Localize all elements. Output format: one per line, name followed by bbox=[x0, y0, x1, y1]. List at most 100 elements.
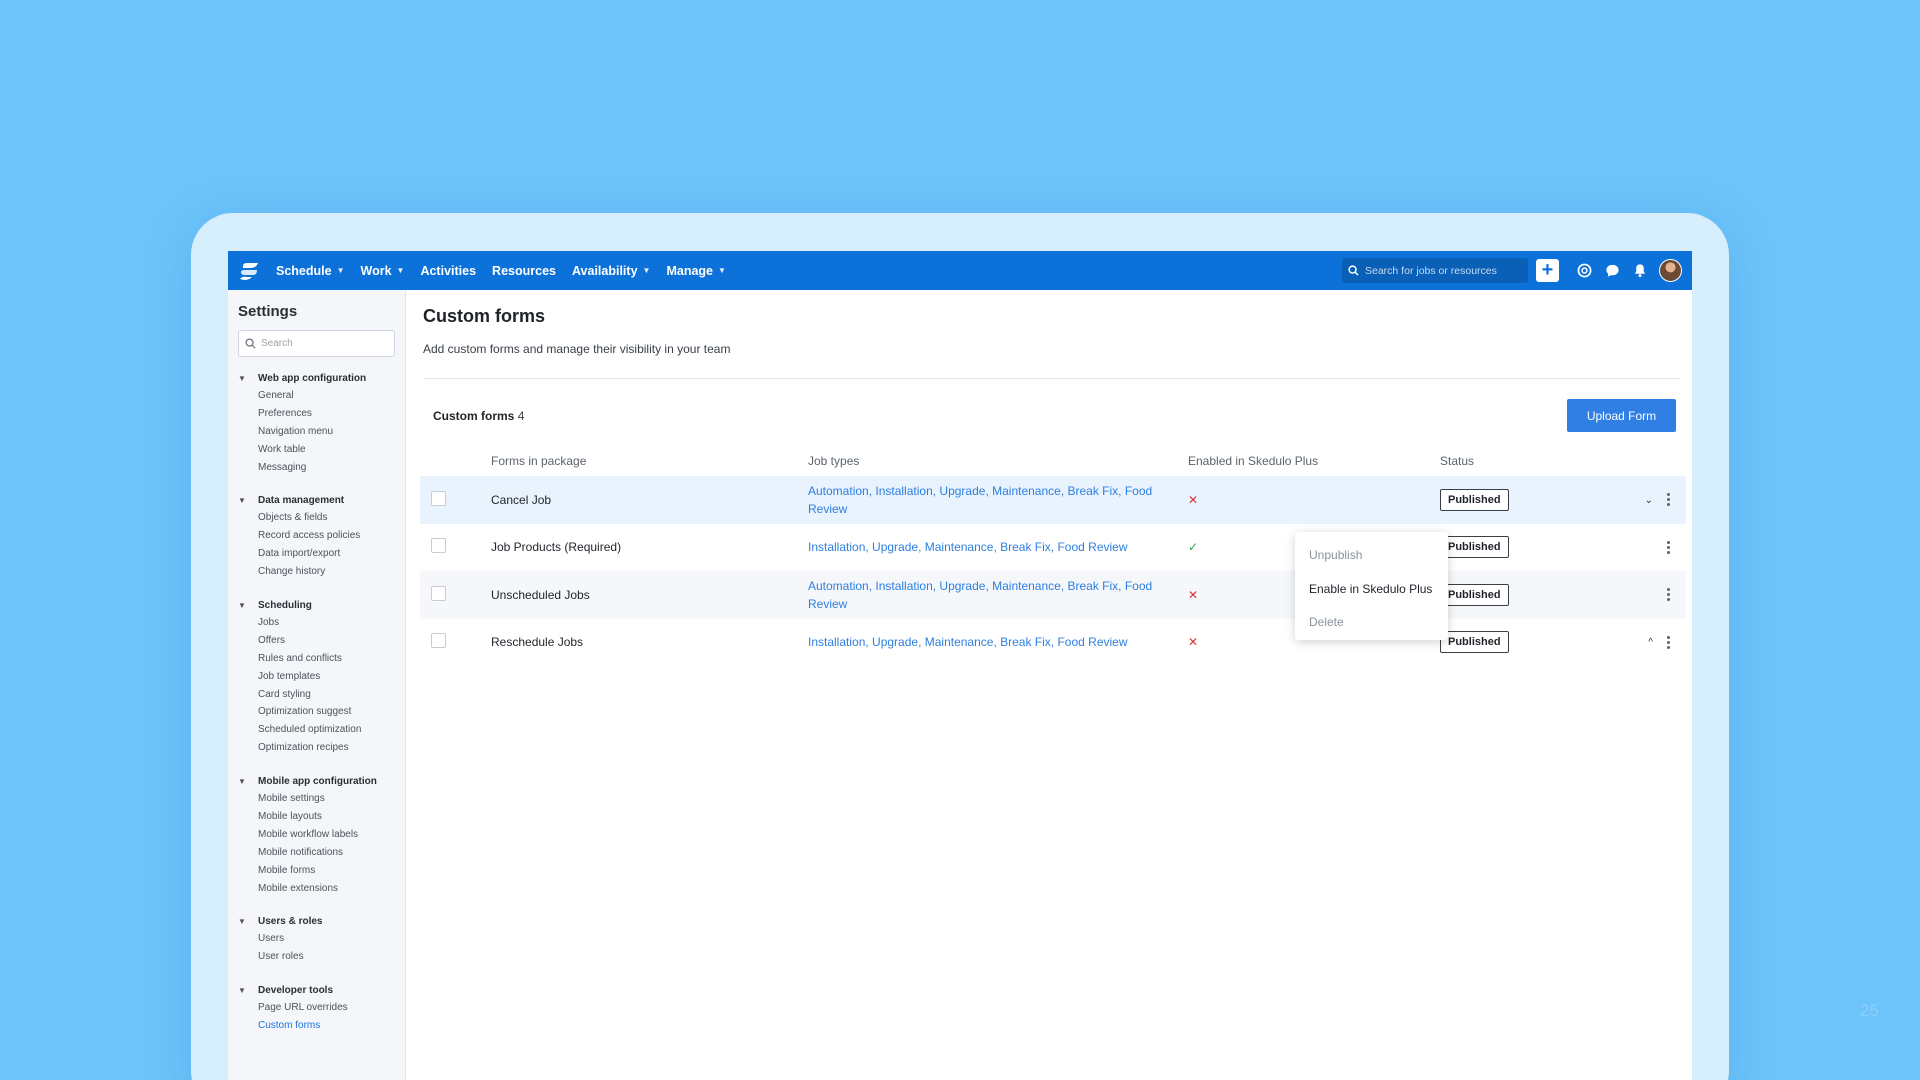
sidebar-item-optimization-suggest[interactable]: Optimization suggest bbox=[238, 703, 395, 721]
settings-sidebar: Settings ▼ Web app configuration GeneralPr… bbox=[228, 290, 406, 1080]
menu-item-enable-skedulo-plus[interactable]: Enable in Skedulo Plus bbox=[1295, 573, 1448, 607]
select-column-header bbox=[420, 454, 491, 476]
sidebar-item-scheduled-optimization[interactable]: Scheduled optimization bbox=[238, 721, 395, 739]
nav-item-label: Manage bbox=[666, 263, 713, 278]
sidebar-group-label: Developer tools bbox=[258, 984, 334, 996]
more-options-icon[interactable] bbox=[1667, 491, 1670, 508]
table-row[interactable]: Reschedule Jobs Installation, Upgrade, Ma… bbox=[420, 619, 1686, 667]
sidebar-item-change-history[interactable]: Change history bbox=[238, 563, 395, 581]
chevron-down-icon: ▼ bbox=[718, 266, 726, 275]
more-options-icon[interactable] bbox=[1667, 634, 1670, 651]
sidebar-item-mobile-notifications[interactable]: Mobile notifications bbox=[238, 844, 395, 862]
sidebar-title: Settings bbox=[238, 303, 298, 320]
section-title-text: Custom forms bbox=[433, 408, 515, 423]
row-checkbox[interactable] bbox=[431, 585, 446, 601]
sidebar-group-header[interactable]: ▼ Data management bbox=[238, 491, 395, 509]
nav-item-label: Schedule bbox=[276, 263, 332, 278]
upload-form-button[interactable]: Upload Form bbox=[1567, 399, 1676, 432]
nav-item-manage[interactable]: Manage ▼ bbox=[666, 264, 725, 278]
form-name: Job Products (Required) bbox=[491, 540, 622, 555]
sidebar-group: ▼ Mobile app configuration Mobile settings… bbox=[238, 772, 395, 897]
row-checkbox[interactable] bbox=[431, 633, 446, 649]
chevron-down-icon[interactable]: ⌄ bbox=[1645, 495, 1653, 506]
job-types-links[interactable]: Installation, Upgrade, Maintenance, Brea… bbox=[808, 524, 1188, 572]
global-search-input[interactable] bbox=[1365, 264, 1515, 277]
menu-item-unpublish[interactable]: Unpublish bbox=[1295, 539, 1448, 573]
nav-item-resources[interactable]: Resources bbox=[492, 264, 556, 278]
sidebar-item-navigation-menu[interactable]: Navigation menu bbox=[238, 423, 395, 441]
sidebar-item-offers[interactable]: Offers bbox=[238, 632, 395, 650]
sidebar-item-mobile-layouts[interactable]: Mobile layouts bbox=[238, 808, 395, 826]
sidebar-search-input[interactable] bbox=[261, 338, 391, 349]
sidebar-item-user-roles[interactable]: User roles bbox=[238, 948, 395, 966]
table-header-row: Forms in package Job types Enabled in Sk… bbox=[420, 454, 1686, 476]
sidebar-item-job-templates[interactable]: Job templates bbox=[238, 668, 395, 686]
row-select-cell bbox=[420, 619, 491, 667]
job-types-links[interactable]: Installation, Upgrade, Maintenance, Brea… bbox=[808, 619, 1188, 667]
chevron-up-icon[interactable]: ^ bbox=[1648, 637, 1653, 648]
actions-column-header bbox=[1560, 454, 1686, 476]
table-row[interactable]: Unscheduled Jobs Automation, Installation… bbox=[420, 571, 1686, 619]
page-title: Custom forms bbox=[423, 306, 546, 326]
job-types-links[interactable]: Automation, Installation, Upgrade, Maint… bbox=[808, 571, 1188, 619]
main-content: Custom forms Add custom forms and manage… bbox=[406, 290, 1692, 1080]
help-icon[interactable] bbox=[1575, 262, 1593, 280]
sidebar-item-mobile-settings[interactable]: Mobile settings bbox=[238, 790, 395, 808]
sidebar-item-messaging[interactable]: Messaging bbox=[238, 459, 395, 477]
nav-item-schedule[interactable]: Schedule ▼ bbox=[276, 264, 345, 278]
sidebar-group-header[interactable]: ▼ Web app configuration bbox=[238, 369, 395, 387]
global-search[interactable] bbox=[1342, 258, 1528, 283]
search-icon bbox=[1348, 265, 1359, 276]
row-select-cell bbox=[420, 476, 491, 524]
menu-item-delete[interactable]: Delete bbox=[1295, 606, 1448, 640]
skedulo-logo-icon[interactable] bbox=[238, 260, 262, 282]
row-checkbox[interactable] bbox=[431, 538, 446, 554]
table-row[interactable]: Job Products (Required) Installation, Upg… bbox=[420, 524, 1686, 572]
sidebar-item-optimization-recipes[interactable]: Optimization recipes bbox=[238, 739, 395, 757]
more-options-icon[interactable] bbox=[1667, 586, 1670, 603]
form-name: Reschedule Jobs bbox=[491, 635, 584, 650]
nav-item-availability[interactable]: Availability ▼ bbox=[572, 264, 650, 278]
table-row[interactable]: Cancel Job Automation, Installation, Upgr… bbox=[420, 476, 1686, 524]
sidebar-item-mobile-forms[interactable]: Mobile forms bbox=[238, 862, 395, 880]
sidebar-item-data-import-export[interactable]: Data import/export bbox=[238, 545, 395, 563]
row-checkbox[interactable] bbox=[431, 490, 446, 506]
sidebar-item-objects-fields[interactable]: Objects & fields bbox=[238, 509, 395, 527]
sidebar-item-page-url-overrides[interactable]: Page URL overrides bbox=[238, 999, 395, 1017]
sidebar-item-mobile-extensions[interactable]: Mobile extensions bbox=[238, 880, 395, 898]
row-select-cell bbox=[420, 524, 491, 572]
sidebar-item-card-styling[interactable]: Card styling bbox=[238, 686, 395, 704]
form-name: Cancel Job bbox=[491, 492, 552, 507]
sidebar-item-jobs[interactable]: Jobs bbox=[238, 614, 395, 632]
sidebar-item-work-table[interactable]: Work table bbox=[238, 441, 395, 459]
more-options-icon[interactable] bbox=[1667, 539, 1670, 556]
sidebar-item-general[interactable]: General bbox=[238, 387, 395, 405]
sidebar-group-header[interactable]: ▼ Users & roles bbox=[238, 912, 395, 930]
sidebar-item-mobile-workflow-labels[interactable]: Mobile workflow labels bbox=[238, 826, 395, 844]
user-avatar[interactable] bbox=[1659, 259, 1682, 282]
check-icon: ✓ bbox=[1188, 540, 1199, 555]
top-nav-items: Schedule ▼ Work ▼ Activities Resources Availab… bbox=[276, 264, 742, 278]
bell-icon[interactable] bbox=[1631, 262, 1649, 280]
forms-table: Forms in package Job types Enabled in Sk… bbox=[420, 454, 1686, 666]
sidebar-group-header[interactable]: ▼ Developer tools bbox=[238, 981, 395, 999]
nav-item-activities[interactable]: Activities bbox=[420, 264, 476, 278]
add-new-button[interactable]: + bbox=[1536, 259, 1559, 282]
job-types-links[interactable]: Automation, Installation, Upgrade, Maint… bbox=[808, 476, 1188, 524]
sidebar-group-header[interactable]: ▼ Scheduling bbox=[238, 596, 395, 614]
sidebar-group-header[interactable]: ▼ Mobile app configuration bbox=[238, 772, 395, 790]
sidebar-groups: ▼ Web app configuration General Preferences… bbox=[238, 369, 395, 1035]
sidebar-item-preferences[interactable]: Preferences bbox=[238, 405, 395, 423]
sidebar-item-rules-and-conflicts[interactable]: Rules and conflicts bbox=[238, 650, 395, 668]
sidebar-item-custom-forms[interactable]: Custom forms bbox=[238, 1017, 395, 1035]
app-screen: Schedule ▼ Work ▼ Activities Resources Availab… bbox=[228, 251, 1692, 1080]
chevron-down-icon: ▼ bbox=[238, 495, 246, 505]
chat-icon[interactable] bbox=[1603, 262, 1621, 280]
status-cell: Published bbox=[1440, 619, 1560, 667]
search-icon bbox=[245, 338, 256, 349]
status-badge: Published bbox=[1440, 488, 1509, 511]
sidebar-item-record-access-policies[interactable]: Record access policies bbox=[238, 527, 395, 545]
sidebar-search[interactable] bbox=[238, 330, 395, 357]
sidebar-item-users[interactable]: Users bbox=[238, 930, 395, 948]
nav-item-work[interactable]: Work ▼ bbox=[361, 264, 405, 278]
